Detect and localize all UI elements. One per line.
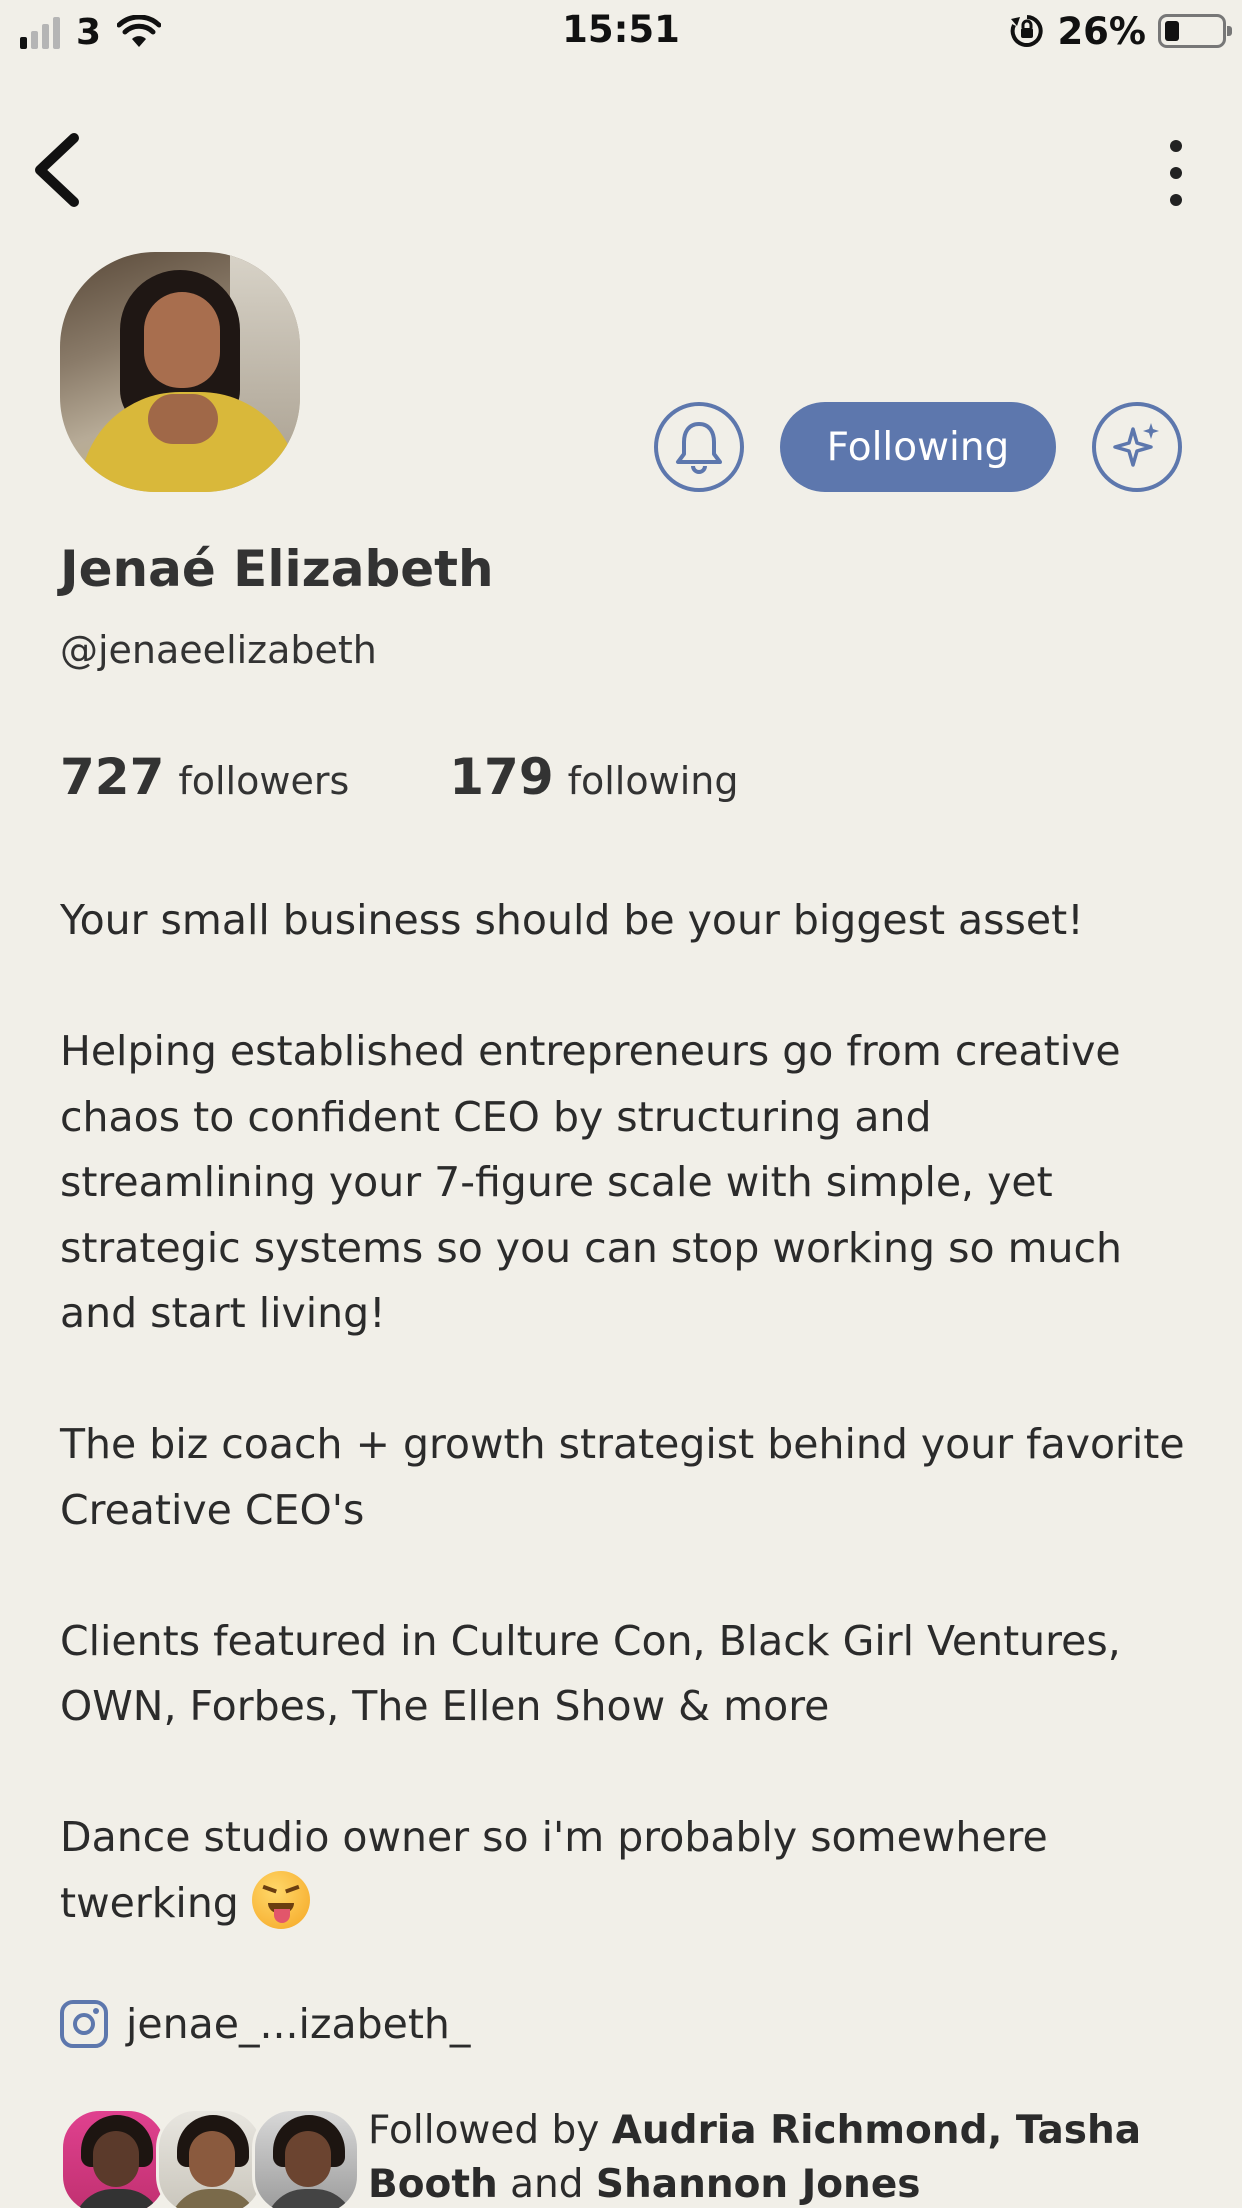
- instagram-link[interactable]: jenae_...izabeth_: [60, 1994, 470, 2054]
- profile-stats: 727 followers 179 following: [60, 748, 738, 806]
- more-options-button[interactable]: [1164, 138, 1188, 208]
- following-count[interactable]: 179: [449, 748, 553, 806]
- instagram-handle[interactable]: jenae_...izabeth_: [126, 2000, 470, 2048]
- profile-name: Jenaé Elizabeth: [60, 540, 494, 598]
- battery-percent: 26%: [1057, 9, 1146, 53]
- bio-last-paragraph: Dance studio owner so i'm probably somew…: [60, 1805, 1190, 1936]
- following-button[interactable]: Following: [780, 402, 1056, 492]
- followed-by-last-name[interactable]: Shannon Jones: [596, 2162, 921, 2207]
- bio-paragraph: Clients featured in Culture Con, Black G…: [60, 1616, 1121, 1731]
- chevron-left-icon: [35, 133, 79, 207]
- more-vertical-icon: [1170, 140, 1182, 206]
- following-label[interactable]: following: [568, 759, 739, 803]
- profile-screen: 3 15:51 26% Following Jenaé Elizabeth @j…: [0, 0, 1242, 2208]
- sparkle-button[interactable]: [1092, 402, 1182, 492]
- followed-by-text: Followed by Audria Richmond, Tasha Booth…: [368, 2104, 1208, 2208]
- bio-paragraph: Helping established entrepreneurs go fro…: [60, 1027, 1123, 1337]
- battery-icon: [1158, 14, 1232, 48]
- mutual-follower-avatar[interactable]: [156, 2108, 264, 2208]
- bio-paragraph: Your small business should be your bigge…: [60, 896, 1084, 944]
- bio-paragraph: Dance studio owner so i'm probably somew…: [60, 1813, 1048, 1927]
- followed-by-section[interactable]: Followed by Audria Richmond, Tasha Booth…: [60, 2104, 1210, 2208]
- profile-handle: @jenaeelizabeth: [60, 628, 377, 672]
- followers-count[interactable]: 727: [60, 748, 164, 806]
- status-bar: 3 15:51 26%: [0, 0, 1242, 62]
- status-bar-right: 26%: [1009, 9, 1232, 53]
- followed-by-prefix: Followed by: [368, 2108, 600, 2153]
- followers-label[interactable]: followers: [178, 759, 349, 803]
- followed-by-conjunction: and: [510, 2162, 584, 2207]
- profile-avatar[interactable]: [60, 252, 300, 492]
- notifications-bell-button[interactable]: [654, 402, 744, 492]
- mutual-follower-avatar[interactable]: [60, 2108, 168, 2208]
- bio-paragraph: The biz coach + growth strategist behind…: [60, 1420, 1185, 1534]
- profile-bio: Your small business should be your bigge…: [60, 888, 1190, 1936]
- orientation-lock-icon: [1011, 15, 1044, 47]
- squinting-face-with-tongue-emoji-icon: [251, 1870, 310, 1929]
- sparkle-icon: [1113, 423, 1159, 467]
- back-button[interactable]: [30, 128, 90, 212]
- instagram-icon: [60, 2000, 108, 2048]
- mutual-follower-avatar[interactable]: [252, 2108, 360, 2208]
- bell-icon: [676, 422, 722, 474]
